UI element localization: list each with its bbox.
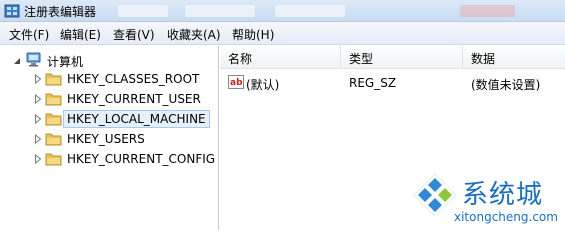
menu-edit[interactable]: 编辑(E) [60, 26, 101, 43]
folder-icon [45, 133, 62, 146]
value-name: (默认) [246, 78, 280, 92]
column-header-name[interactable]: 名称 [220, 45, 341, 69]
tree-item-hkey-current-user[interactable]: HKEY_CURRENT_USER [0, 89, 219, 109]
collapsed-arrow-icon[interactable] [34, 74, 42, 84]
collapsed-arrow-icon[interactable] [34, 154, 42, 164]
folder-icon [45, 93, 62, 106]
computer-icon [26, 52, 41, 67]
tree-item-hkey-classes-root[interactable]: HKEY_CLASSES_ROOT [0, 69, 219, 89]
background-blur [118, 5, 168, 17]
collapsed-arrow-icon[interactable] [34, 114, 42, 124]
tree-item-label: HKEY_USERS [67, 132, 145, 146]
background-blur [275, 5, 345, 17]
tree-item-label: HKEY_CURRENT_CONFIG [67, 152, 216, 166]
collapsed-arrow-icon[interactable] [34, 94, 42, 104]
diamond-logo-icon [413, 173, 457, 217]
folder-icon [45, 153, 62, 166]
tree-item-hkey-users[interactable]: HKEY_USERS [0, 129, 219, 149]
table-row[interactable]: ab (默认) REG_SZ (数值未设置) [220, 72, 565, 94]
column-header-data[interactable]: 数据 [463, 45, 565, 69]
tree-root-label: 计算机 [47, 55, 84, 69]
value-data: (数值未设置) [471, 78, 541, 92]
tree-item-label: HKEY_CLASSES_ROOT [67, 72, 200, 86]
watermark-url: xitongcheng.com [454, 210, 558, 224]
folder-icon [45, 113, 62, 126]
menu-view[interactable]: 查看(V) [113, 26, 155, 43]
background-blur [460, 5, 515, 17]
column-header-type[interactable]: 类型 [341, 45, 463, 69]
menu-file[interactable]: 文件(F) [9, 26, 49, 43]
menu-help[interactable]: 帮助(H) [232, 26, 274, 43]
watermark-logo: 系统城 xitongcheng.com [410, 168, 565, 230]
svg-text:ab: ab [230, 78, 243, 88]
regedit-app-icon [4, 4, 20, 18]
menu-bar: 文件(F) 编辑(E) 查看(V) 收藏夹(A) 帮助(H) [0, 22, 565, 45]
collapsed-arrow-icon[interactable] [34, 134, 42, 144]
tree-root-computer[interactable]: 计算机 [0, 50, 219, 70]
value-type: REG_SZ [349, 76, 397, 90]
column-header-label: 名称 [228, 52, 253, 66]
background-blur [185, 5, 255, 17]
expanded-arrow-icon[interactable] [13, 56, 21, 66]
watermark-brand: 系统城 [462, 180, 544, 210]
tree-item-label: HKEY_LOCAL_MACHINE [63, 110, 210, 128]
menu-favorites[interactable]: 收藏夹(A) [167, 26, 221, 43]
tree-item-hkey-current-config[interactable]: HKEY_CURRENT_CONFIG [0, 149, 219, 169]
registry-tree[interactable]: 计算机 HKEY_CLASSES_ROOT HKEY_CURRENT_USER … [0, 45, 219, 230]
tree-item-label: HKEY_CURRENT_USER [67, 92, 201, 106]
ab-string-icon: ab [228, 75, 244, 89]
tree-item-hkey-local-machine[interactable]: HKEY_LOCAL_MACHINE [0, 109, 219, 129]
title-bar: 注册表编辑器 [0, 0, 565, 22]
column-header-label: 类型 [349, 52, 374, 66]
folder-icon [45, 73, 62, 86]
column-header-label: 数据 [471, 52, 496, 66]
window-title: 注册表编辑器 [24, 5, 97, 19]
